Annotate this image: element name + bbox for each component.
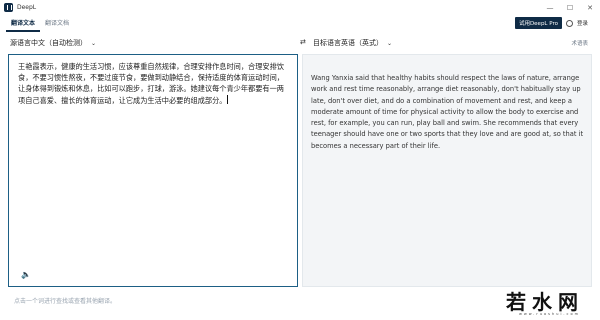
tab-translate-document[interactable]: 翻译文档 — [40, 18, 74, 32]
login-link[interactable]: 登录 — [577, 19, 588, 27]
target-language-label: 目标语言英语（英式） — [313, 39, 383, 47]
deepl-logo-icon — [4, 3, 13, 12]
chevron-down-icon: ⌄ — [91, 39, 97, 47]
watermark-logo: 若水网 — [506, 290, 584, 314]
source-language-label: 源语言中文（自动检测） — [10, 39, 87, 47]
speaker-icon[interactable]: 🔈 — [21, 270, 31, 279]
title-bar: DeepL — ☐ ✕ — [0, 0, 600, 15]
source-text-input[interactable]: 王艳霞表示，健康的生活习惯，应该尊重自然规律，合理安排作息时间，合理安排饮食，不… — [18, 61, 290, 106]
tab-translate-text[interactable]: 翻译文本 — [6, 18, 41, 32]
try-pro-button[interactable]: 试用DeepL Pro — [514, 17, 562, 29]
account-area: 试用DeepL Pro 登录 — [514, 17, 588, 29]
user-icon[interactable] — [565, 19, 573, 27]
target-text-panel: Wang Yanxia said that healthy habits sho… — [302, 54, 592, 287]
swap-languages-icon[interactable]: ⇄ — [300, 38, 306, 46]
translation-output[interactable]: Wang Yanxia said that healthy habits sho… — [311, 73, 589, 152]
close-button[interactable]: ✕ — [580, 0, 600, 15]
mode-tabs: 翻译文本 翻译文档 试用DeepL Pro 登录 — [0, 16, 600, 32]
language-bar: 源语言中文（自动检测） ⌄ ⇄ 目标语言英语（英式） ⌄ 术语表 — [0, 35, 600, 51]
chevron-down-icon: ⌄ — [387, 39, 393, 47]
minimize-button[interactable]: — — [540, 0, 560, 15]
text-caret — [227, 94, 229, 104]
window-controls: — ☐ ✕ — [540, 0, 600, 15]
source-text-panel[interactable]: 王艳霞表示，健康的生活习惯，应该尊重自然规律，合理安排作息时间，合理安排饮食，不… — [8, 54, 298, 287]
source-text: 王艳霞表示，健康的生活习惯，应该尊重自然规律，合理安排作息时间，合理安排饮食，不… — [18, 62, 284, 105]
watermark-subtext: www.ruoshui.com — [519, 312, 580, 316]
maximize-button[interactable]: ☐ — [560, 0, 580, 15]
dictionary-hint: 点击一个词进行查找或查看其他翻译。 — [14, 298, 117, 305]
source-language-select[interactable]: 源语言中文（自动检测） ⌄ — [10, 38, 96, 48]
window-title: DeepL — [17, 4, 37, 11]
target-language-select[interactable]: 目标语言英语（英式） ⌄ — [313, 38, 392, 48]
glossary-button[interactable]: 术语表 — [571, 39, 588, 47]
